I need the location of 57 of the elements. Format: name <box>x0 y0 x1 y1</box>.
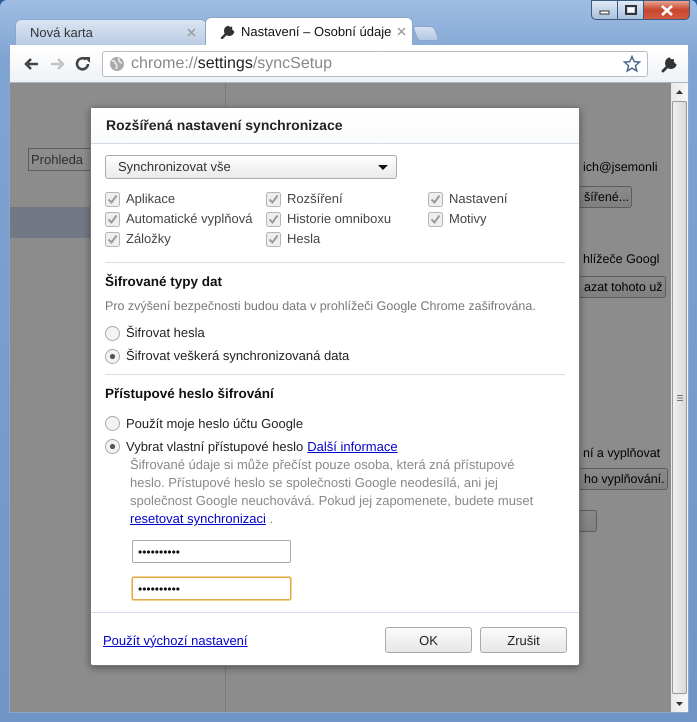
new-tab-button[interactable] <box>412 26 440 41</box>
scroll-down-icon[interactable] <box>676 702 683 706</box>
checkbox-label: Hesla <box>287 230 320 248</box>
caret-icon <box>378 164 388 170</box>
radio-button[interactable] <box>105 326 120 340</box>
dialog-button[interactable]: Zrušit <box>480 627 567 654</box>
checkbox-label: Nastavení <box>449 190 508 208</box>
grip-icon <box>676 394 684 400</box>
close-icon <box>660 4 674 16</box>
reload-icon <box>75 56 91 72</box>
checkbox-label: Záložky <box>126 230 171 248</box>
browser-tab[interactable]: Nová karta <box>15 19 207 45</box>
search-field[interactable]: Prohleda <box>28 148 91 171</box>
browser-tab[interactable]: Nastavení – Osobní údaje <box>205 17 413 45</box>
radio-label: Šifrovat hesla <box>126 324 205 342</box>
close-icon[interactable] <box>397 27 406 36</box>
radio-button[interactable] <box>105 438 120 454</box>
close-button[interactable] <box>644 0 690 20</box>
maximize-button[interactable] <box>618 0 644 20</box>
passphrase-field[interactable]: •••••••••• <box>132 540 291 564</box>
setting-text: ich@jsemonli <box>583 159 658 176</box>
checkbox-label: Motivy <box>449 210 487 228</box>
address-bar[interactable]: chrome://settings/syncSetup <box>102 50 648 76</box>
radio-button[interactable] <box>105 416 120 431</box>
dialog-button[interactable]: OK <box>385 627 472 654</box>
setting-text: hlížeče Googl <box>583 250 660 268</box>
section-heading: Přístupové heslo šifrování <box>105 385 275 403</box>
sync-dropdown[interactable]: Synchronizovat vše <box>105 155 397 179</box>
reset-sync-link[interactable]: resetovat synchronizaci <box>130 511 266 526</box>
radio-label: Vybrat vlastní přístupové heslo <box>126 438 304 456</box>
checkbox-label: Aplikace <box>126 190 176 208</box>
back-arrow-icon <box>22 56 40 72</box>
forward-arrow-icon <box>48 56 66 72</box>
passphrase-note: Šifrované údaje si může přečíst pouze osoba, která zná přístupové heslo. Přístupové heslo se společnosti Google neodesílá, ani jej společnost Google neuchovává. Pokud jej zapomenete, budete muset resetovat synchronizaci . <box>129 456 534 528</box>
default-settings-link[interactable]: Použít výchozí nastavení <box>103 630 248 650</box>
bookmark-star-icon[interactable] <box>623 54 641 72</box>
address-text: chrome://settings/syncSetup <box>131 54 332 74</box>
close-icon[interactable] <box>187 28 196 37</box>
scroll-up-icon[interactable] <box>676 90 683 94</box>
setting-text: ní a vyplňovat <box>583 444 660 462</box>
section-heading: Šifrované typy dat <box>105 272 224 291</box>
wrench-icon <box>660 54 678 72</box>
scrollbar[interactable] <box>671 83 688 712</box>
checkbox-label: Historie omniboxu <box>287 210 392 228</box>
radio-button[interactable] <box>105 348 120 364</box>
checkbox-label: Automatické vyplňová <box>126 210 252 228</box>
globe-icon <box>109 56 125 72</box>
more-info-link[interactable]: Další informace <box>307 436 398 456</box>
maximize-icon <box>624 5 636 15</box>
radio-label: Šifrovat veškerá synchronizovaná data <box>126 347 350 366</box>
minimize-button[interactable] <box>591 0 618 20</box>
dialog-title: Rozšířená nastavení synchronizace <box>106 116 343 135</box>
wrench-icon <box>220 24 235 39</box>
checkbox-label: Rozšíření <box>287 190 343 208</box>
section-description: Pro zvýšení bezpečnosti budou data v prohlížeči Google Chrome zašifrována. <box>105 298 537 316</box>
radio-label: Použít moje heslo účtu Google <box>126 414 304 433</box>
passphrase-field[interactable]: •••••••••• <box>132 577 291 600</box>
